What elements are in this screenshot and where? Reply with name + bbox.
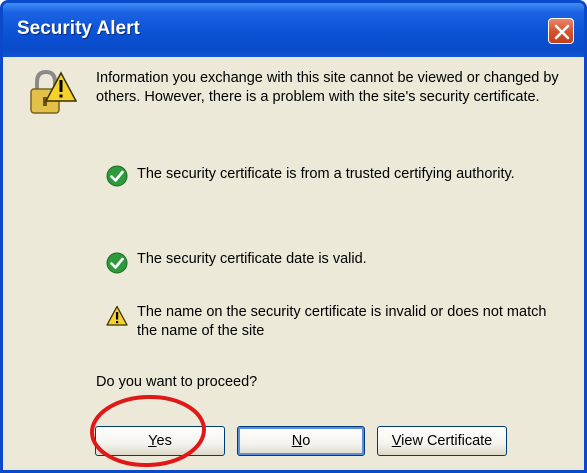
name-invalid-text: The name on the security certificate is … xyxy=(137,304,547,339)
close-button[interactable] xyxy=(548,18,574,44)
date-valid-text: The security certificate date is valid. xyxy=(137,251,367,267)
red-circle-annotation xyxy=(90,394,206,468)
check-icon xyxy=(106,165,128,187)
warning-icon xyxy=(106,305,128,326)
close-icon xyxy=(554,24,570,40)
padlock-warning-icon xyxy=(30,69,77,114)
window-title: Security Alert xyxy=(17,18,140,39)
intro-text: Information you exchange with this site … xyxy=(96,70,559,105)
trusted-authority-text: The security certificate is from a trust… xyxy=(137,166,515,182)
no-button[interactable]: No xyxy=(237,426,365,456)
proceed-question: Do you want to proceed? xyxy=(96,374,258,390)
check-icon xyxy=(106,252,128,274)
title-bar[interactable]: Security Alert xyxy=(3,3,584,57)
view-certificate-button[interactable]: View Certificate xyxy=(377,426,507,456)
